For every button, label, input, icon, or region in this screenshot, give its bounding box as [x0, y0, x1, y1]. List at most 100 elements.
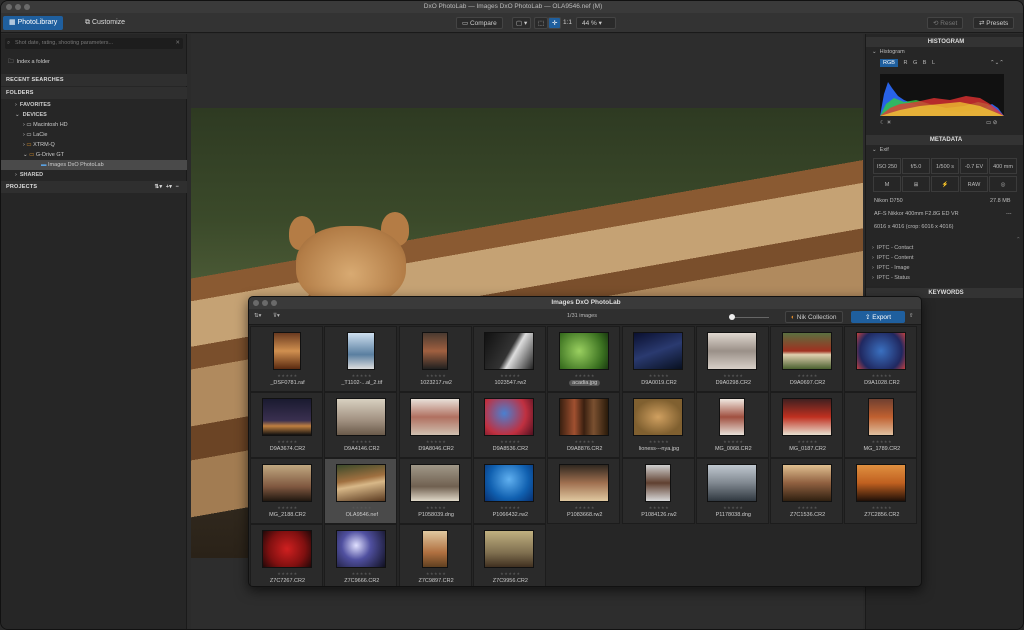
thumbnail-image[interactable] — [558, 398, 609, 436]
rating-stars[interactable]: ★★★★★ — [697, 439, 770, 444]
rating-stars[interactable]: ★★★★★ — [251, 571, 324, 576]
share-icon[interactable]: ⇧ — [909, 313, 914, 319]
thumbnail-cell[interactable]: ★★★★★ Z7C7267.CR2 — [250, 524, 324, 586]
search-input[interactable]: ⌕ Shot date, rating, shooting parameters… — [5, 38, 183, 49]
thumbnail-cell[interactable]: ★★★★★ D9A3674.CR2 — [250, 392, 323, 458]
folders-header[interactable]: FOLDERS — [1, 87, 187, 99]
thumbnail-cell[interactable]: ★★★★★ D9A0019.CR2 — [621, 326, 696, 392]
thumbnail-cell[interactable]: ★★★★★ D9A1028.CR2 — [844, 326, 918, 392]
iptc-contact[interactable]: › IPTC - Contact — [872, 245, 913, 251]
thumbnail-image[interactable] — [410, 398, 461, 436]
exif-toggle[interactable]: ⌄ Exif — [872, 147, 889, 153]
browser-minimize-button[interactable] — [262, 300, 268, 306]
filter-dropdown-icon[interactable]: ⊽▾ — [273, 313, 280, 319]
thumbnail-cell[interactable]: ★★★★★ D9A4146.CR2 — [324, 392, 398, 458]
export-button[interactable]: ⇪ Export — [851, 311, 905, 323]
thumbnail-cell[interactable]: ★★★★★ MG_0068.CR2 — [695, 392, 770, 458]
reset-button[interactable]: ⟲ Reset — [927, 17, 964, 29]
thumbnail-image[interactable] — [484, 530, 535, 568]
thumbnail-image[interactable] — [261, 464, 312, 502]
rating-stars[interactable]: ★★★★★ — [400, 505, 473, 510]
thumbnail-image[interactable] — [335, 464, 386, 502]
rating-stars[interactable]: ★★★★★ — [845, 505, 918, 510]
thumb-size-slider[interactable] — [729, 317, 769, 318]
thumbnail-cell[interactable]: ★★★★★ MG_2188.CR2 — [250, 458, 323, 524]
rating-stars[interactable]: ★★★★★ — [474, 571, 547, 576]
thumbnail-cell[interactable]: ★★★★★ Z7C9897.CR2 — [398, 524, 473, 586]
device-macintosh-hd[interactable]: › ▭ Macintosh HD — [23, 120, 68, 130]
channel-r[interactable]: R — [903, 60, 907, 66]
thumbnail-cell[interactable]: ★★★★★ _T1102-...al_2.tif — [324, 326, 398, 392]
folder-images-dxo[interactable]: ▬ Images DxO PhotoLab — [1, 160, 187, 170]
histogram-options-icon[interactable]: ⌃⌄⌃ — [990, 60, 1004, 66]
thumbnail-cell[interactable]: ★★★★★ P1178038.dng — [695, 458, 770, 524]
thumbnail-image[interactable] — [484, 332, 535, 370]
rating-stars[interactable]: ★★★★★ — [548, 439, 621, 444]
thumbnail-image[interactable] — [645, 464, 671, 502]
rating-stars[interactable]: ★★★★★ — [474, 439, 547, 444]
recent-searches-header[interactable]: RECENT SEARCHES — [1, 74, 187, 86]
thumbnail-cell[interactable]: ★★★★★ Z7C9666.CR2 — [324, 524, 398, 586]
tab-photolibrary[interactable]: ▦ PhotoLibrary — [3, 16, 64, 30]
rating-stars[interactable]: ★★★★★ — [845, 439, 918, 444]
shared-item[interactable]: › SHARED — [15, 170, 43, 180]
thumbnail-cell[interactable]: ★★★★★ D9A0697.CR2 — [770, 326, 844, 392]
zoom-dropdown[interactable]: 44 % ▾ — [576, 17, 616, 29]
thumbnail-cell[interactable]: ★★★★★ _DSF0781.raf — [250, 326, 323, 392]
rating-stars[interactable]: ★★★★★ — [400, 571, 473, 576]
rating-stars[interactable]: ★★★★★ — [325, 439, 398, 444]
view-mode-dropdown[interactable]: ▢ ▾ — [512, 17, 532, 29]
channel-g[interactable]: G — [913, 60, 917, 66]
histogram-header[interactable]: HISTOGRAM — [866, 37, 1023, 47]
thumbnail-cell[interactable]: ★★★★★ D9A0298.CR2 — [695, 326, 769, 392]
rating-stars[interactable]: ★★★★★ — [400, 373, 473, 378]
thumbnail-cell[interactable]: ★★★★★ Z7C1536.CR2 — [770, 458, 844, 524]
thumbnail-cell[interactable]: ★★★★★ MG_0187.CR2 — [770, 392, 844, 458]
thumbnail-image[interactable] — [335, 530, 386, 568]
thumbnail-cell[interactable]: ★★★★★ P1083668.rw2 — [547, 458, 621, 524]
device-g-drive-gt[interactable]: ⌄ ▭ G-Drive GT — [23, 150, 64, 160]
thumbnail-image[interactable] — [707, 464, 758, 502]
rating-stars[interactable]: ★★★★★ — [623, 505, 696, 510]
thumbnail-image[interactable] — [484, 398, 535, 436]
zoom-window-button[interactable] — [24, 4, 30, 10]
browser-close-button[interactable] — [253, 300, 259, 306]
thumbnail-cell[interactable]: ★★★★★ P1066432.rw2 — [472, 458, 546, 524]
thumb-size-handle[interactable] — [729, 314, 735, 320]
thumbnail-image[interactable] — [346, 332, 375, 370]
thumbnail-image[interactable] — [335, 398, 386, 436]
thumbnail-image[interactable] — [781, 464, 832, 502]
rating-stars[interactable]: ★★★★★ — [697, 505, 770, 510]
thumbnail-image[interactable] — [855, 332, 906, 370]
presets-button[interactable]: ⇄ Presets — [973, 17, 1015, 29]
thumbnail-cell[interactable]: ★★★★★ 1023547.rw2 — [472, 326, 546, 392]
thumbnail-cell[interactable]: ★★★★★ Z7C2856.CR2 — [844, 458, 918, 524]
shadow-clip-icon[interactable]: ☾ ☀ — [880, 120, 891, 126]
device-lacie[interactable]: › ▭ LaCie — [23, 130, 47, 140]
histogram-toggle[interactable]: ⌄ Histogram — [872, 49, 905, 55]
thumbnail-image[interactable] — [272, 332, 301, 370]
iptc-status[interactable]: › IPTC - Status — [872, 275, 910, 281]
ratio-button[interactable]: 1:1 — [560, 17, 575, 29]
rating-stars[interactable]: ★★★★★ — [325, 571, 398, 576]
rating-stars[interactable]: ★★★★★ — [771, 373, 844, 378]
nik-collection-button[interactable]: ◐ Nik Collection — [785, 311, 843, 323]
clear-search-icon[interactable]: ✕ — [175, 38, 180, 49]
thumbnail-image[interactable] — [558, 332, 609, 370]
rating-stars[interactable]: ★★★★★ — [623, 373, 696, 378]
rating-stars[interactable]: ★★★★★ — [251, 439, 324, 444]
thumbnail-image[interactable] — [781, 398, 832, 436]
thumbnail-image[interactable] — [633, 332, 683, 370]
rating-stars[interactable]: ★★★★★ — [325, 505, 398, 510]
channel-b[interactable]: B — [923, 60, 927, 66]
project-actions-icon[interactable]: ⇅▾ +▾ − — [155, 181, 179, 193]
thumbnail-cell[interactable]: ★★★★★ 1023217.rw2 — [398, 326, 473, 392]
thumbnail-cell[interactable]: ★★★★★ Z7C9956.CR2 — [472, 524, 547, 586]
thumbnail-image[interactable] — [633, 398, 683, 436]
sort-dropdown-icon[interactable]: ⇅▾ — [254, 313, 261, 319]
channel-rgb[interactable]: RGB — [880, 59, 898, 67]
devices-item[interactable]: ⌄ DEVICES — [15, 110, 47, 120]
favorites-item[interactable]: › FAVORITES — [15, 100, 51, 110]
thumbnail-cell[interactable]: ★★★★★ OLA9546.nef — [324, 458, 398, 524]
display-clip-icon[interactable]: ▭ ⊘ — [986, 120, 997, 126]
